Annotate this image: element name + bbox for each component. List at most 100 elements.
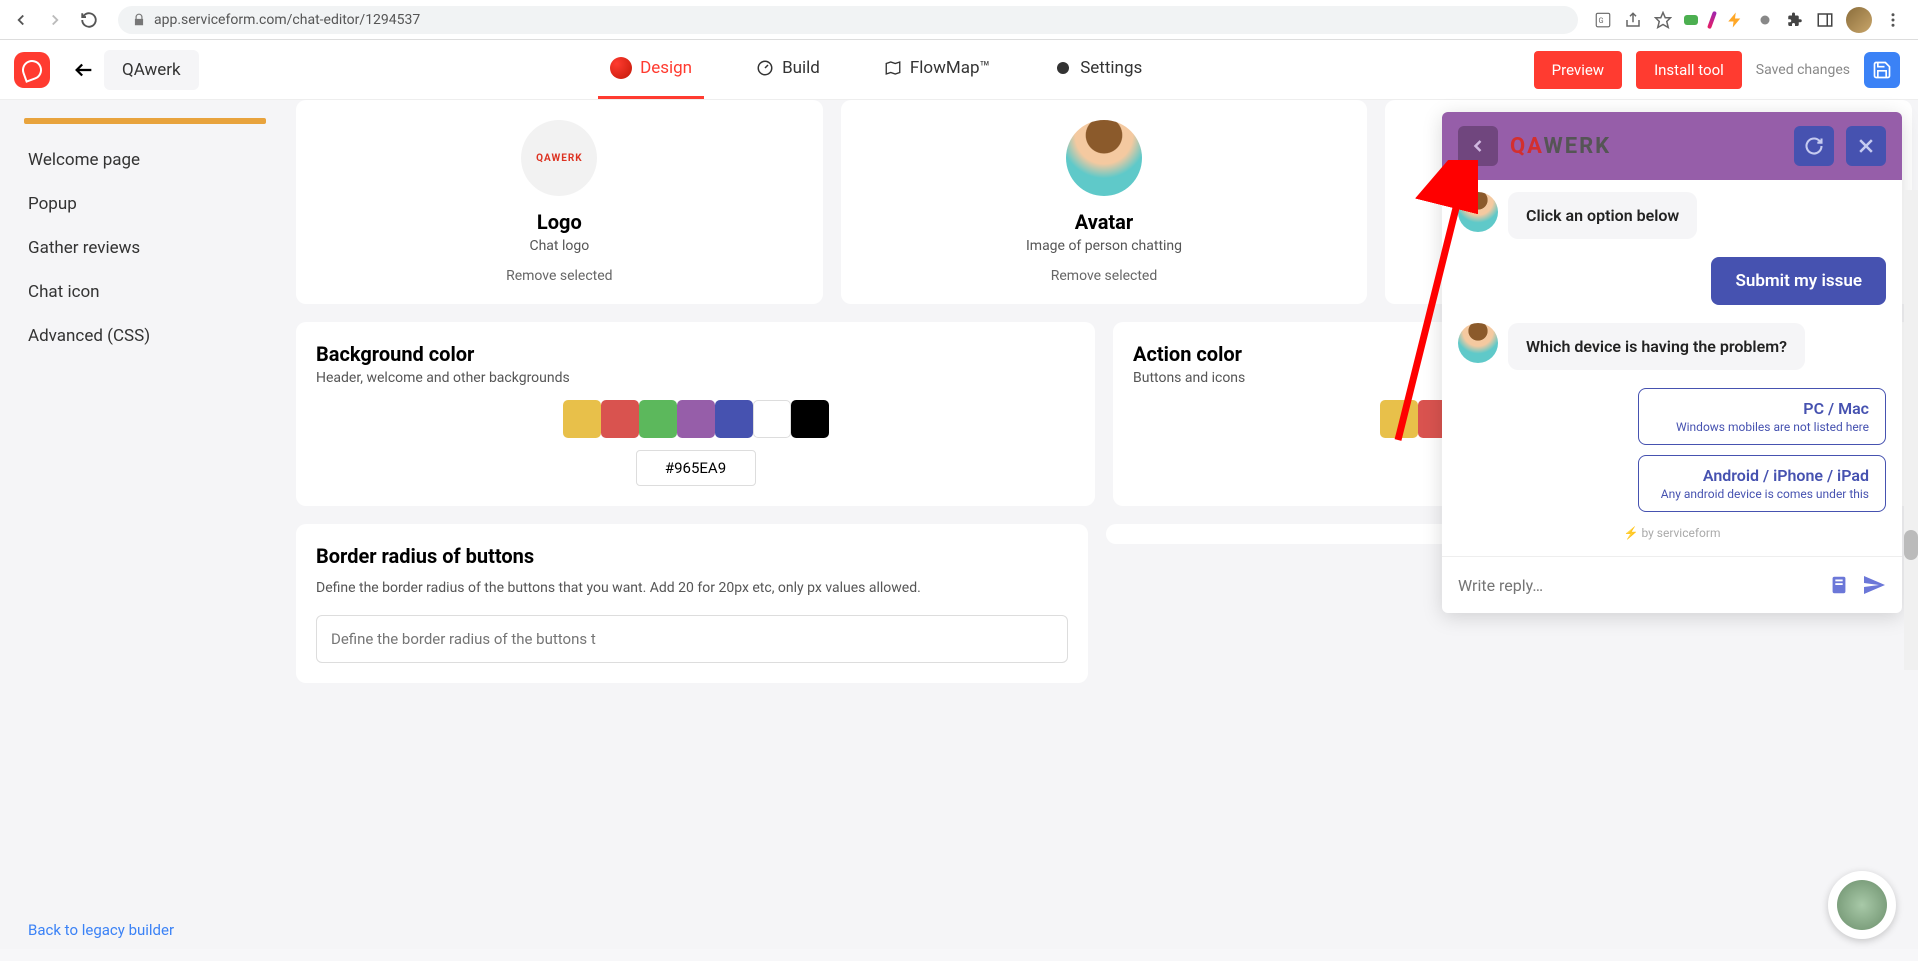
logo-sub: Chat logo — [316, 238, 803, 254]
top-tabs: Design Build FlowMap™ Settings — [219, 40, 1534, 99]
palette-settings-icon — [1054, 59, 1072, 77]
share-icon[interactable] — [1624, 11, 1642, 29]
save-icon — [1872, 60, 1892, 80]
swatch-black[interactable] — [791, 400, 829, 438]
legacy-builder-link[interactable]: Back to legacy builder — [28, 921, 174, 939]
lock-icon — [132, 13, 146, 27]
sidebar-item-popup[interactable]: Popup — [0, 182, 290, 226]
bgcolor-input[interactable] — [636, 450, 756, 486]
project-name[interactable]: QAwerk — [104, 50, 199, 90]
ext-feather-icon[interactable] — [1707, 10, 1717, 28]
browser-reload-button[interactable] — [76, 7, 102, 33]
option-pc-mac[interactable]: PC / Mac Windows mobiles are not listed … — [1638, 388, 1886, 445]
msg-avatar-2 — [1458, 323, 1498, 363]
palette-icon — [610, 57, 632, 79]
profile-avatar[interactable] — [1846, 7, 1872, 33]
logo-thumb[interactable]: QAWERK — [521, 120, 597, 196]
preview-button[interactable]: Preview — [1534, 51, 1622, 89]
msg-avatar-1 — [1458, 192, 1498, 232]
avatar-card: Avatar Image of person chatting Remove s… — [841, 100, 1368, 304]
sidebar-item-welcome[interactable]: Welcome page — [0, 138, 290, 182]
tab-build[interactable]: Build — [744, 40, 832, 99]
panel-icon[interactable] — [1816, 11, 1834, 29]
sidebar: Welcome page Popup Gather reviews Chat i… — [0, 100, 290, 961]
app-logo[interactable] — [14, 52, 50, 88]
bgcolor-sub: Header, welcome and other backgrounds — [316, 370, 1075, 386]
chat-scrollbar[interactable] — [1904, 190, 1918, 670]
tab-settings[interactable]: Settings — [1042, 40, 1154, 99]
opt1-sub: Windows mobiles are not listed here — [1655, 420, 1869, 434]
close-icon — [1856, 136, 1876, 156]
avatar-remove-link[interactable]: Remove selected — [861, 268, 1348, 284]
chat-launcher-bubble[interactable] — [1828, 871, 1896, 939]
radius-card: Border radius of buttons Define the bord… — [296, 524, 1088, 683]
launcher-icon — [1837, 880, 1887, 930]
chat-reply-input[interactable] — [1458, 576, 1816, 595]
sidebar-item-advanced[interactable]: Advanced (CSS) — [0, 314, 290, 358]
bgcolor-card: Background color Header, welcome and oth… — [296, 322, 1095, 506]
radius-input[interactable] — [316, 615, 1068, 663]
send-icon[interactable] — [1862, 573, 1886, 597]
gauge-icon — [756, 59, 774, 77]
extensions-icon[interactable] — [1786, 11, 1804, 29]
bgcolor-swatches — [316, 400, 1075, 438]
swatch-yellow[interactable] — [563, 400, 601, 438]
msg-bubble-2: Which device is having the problem? — [1508, 323, 1805, 370]
chat-preview-panel: QAWERK Click an option below Submit my i… — [1442, 112, 1902, 613]
logo-remove-link[interactable]: Remove selected — [316, 268, 803, 284]
ext-green-dot-icon[interactable] — [1684, 15, 1698, 25]
swatch-purple[interactable] — [677, 400, 715, 438]
chevron-left-icon — [1468, 136, 1488, 156]
install-button[interactable]: Install tool — [1636, 51, 1742, 89]
map-icon — [884, 59, 902, 77]
avatar-thumb[interactable] — [1066, 120, 1142, 196]
address-bar[interactable]: app.serviceform.com/chat-editor/1294537 — [118, 6, 1578, 34]
browser-back-button[interactable] — [8, 7, 34, 33]
tab-flowmap[interactable]: FlowMap™ — [872, 40, 1002, 99]
option-mobile[interactable]: Android / iPhone / iPad Any android devi… — [1638, 455, 1886, 512]
swatch-green[interactable] — [639, 400, 677, 438]
ext-bolt-icon[interactable] — [1726, 11, 1744, 29]
swatch-white[interactable] — [753, 400, 791, 438]
svg-text:G: G — [1599, 16, 1604, 25]
chat-back-button[interactable] — [1458, 126, 1498, 166]
powered-by: ⚡ by serviceform — [1458, 526, 1886, 540]
refresh-icon — [1804, 136, 1824, 156]
submit-issue-button[interactable]: Submit my issue — [1711, 257, 1886, 305]
swatch-red[interactable] — [601, 400, 639, 438]
chat-brand-logo: QAWERK — [1510, 134, 1782, 159]
msg-bubble-1: Click an option below — [1508, 192, 1697, 239]
logo-title: Logo — [316, 210, 803, 234]
sidebar-item-chaticon[interactable]: Chat icon — [0, 270, 290, 314]
bgcolor-title: Background color — [316, 342, 1075, 366]
radius-desc: Define the border radius of the buttons … — [316, 578, 1068, 599]
back-button[interactable] — [64, 50, 104, 90]
arrow-left-icon — [73, 59, 95, 81]
header-actions: Preview Install tool Saved changes — [1534, 51, 1918, 89]
opt2-title: Android / iPhone / iPad — [1655, 466, 1869, 485]
avatar-title: Avatar — [861, 210, 1348, 234]
swatch-yellow-2[interactable] — [1380, 400, 1418, 438]
save-button[interactable] — [1864, 52, 1900, 88]
tab-build-label: Build — [782, 58, 820, 78]
url-text: app.serviceform.com/chat-editor/1294537 — [154, 12, 420, 28]
chat-refresh-button[interactable] — [1794, 126, 1834, 166]
horizontal-scrollbar[interactable] — [0, 949, 1918, 961]
attach-icon[interactable] — [1828, 574, 1850, 596]
star-icon[interactable] — [1654, 11, 1672, 29]
sidebar-item-reviews[interactable]: Gather reviews — [0, 226, 290, 270]
tab-settings-label: Settings — [1080, 58, 1142, 78]
opt2-sub: Any android device is comes under this — [1655, 487, 1869, 501]
logo-card: QAWERK Logo Chat logo Remove selected — [296, 100, 823, 304]
ext-bug-icon[interactable] — [1756, 11, 1774, 29]
chat-body: Click an option below Submit my issue Wh… — [1442, 180, 1902, 556]
kebab-menu-icon[interactable] — [1884, 11, 1902, 29]
swatch-blue[interactable] — [715, 400, 753, 438]
browser-forward-button[interactable] — [42, 7, 68, 33]
tab-design[interactable]: Design — [598, 40, 704, 99]
saved-status: Saved changes — [1756, 62, 1850, 78]
chat-close-button[interactable] — [1846, 126, 1886, 166]
translate-icon[interactable]: G — [1594, 11, 1612, 29]
chat-header: QAWERK — [1442, 112, 1902, 180]
sidebar-top-strip — [24, 118, 266, 124]
